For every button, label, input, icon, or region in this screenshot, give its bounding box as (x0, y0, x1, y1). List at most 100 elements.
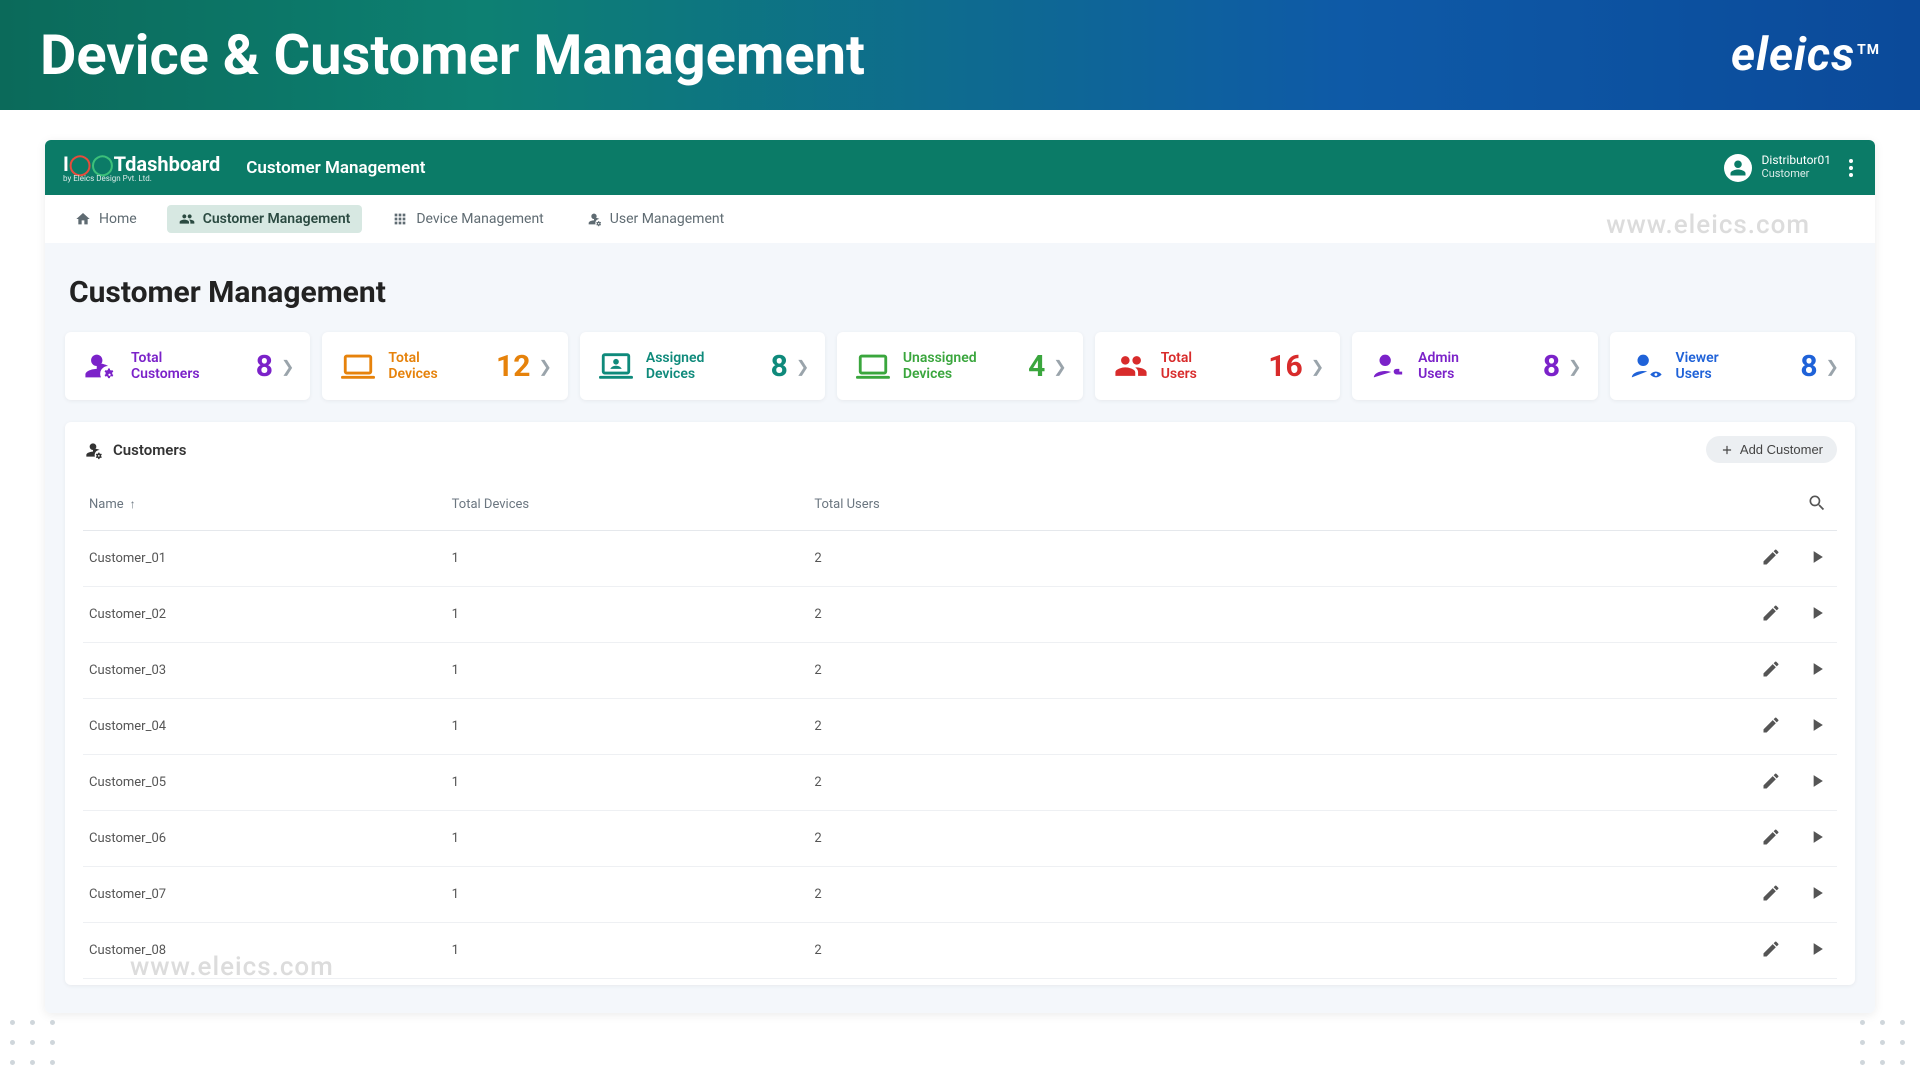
nav-label: Device Management (416, 211, 543, 227)
add-customer-button[interactable]: Add Customer (1706, 436, 1837, 463)
decorative-dots (10, 1020, 60, 1070)
cell-devices: 1 (452, 943, 815, 958)
slide-banner: Device & Customer Management eleicsTM (0, 0, 1920, 110)
person-gear-icon (83, 440, 103, 460)
nav-label: User Management (610, 211, 724, 227)
pencil-icon (1761, 883, 1781, 903)
cell-name: Customer_01 (89, 551, 452, 566)
apps-icon (392, 211, 408, 227)
play-button[interactable] (1803, 711, 1831, 742)
table-title: Customers (113, 441, 186, 459)
edit-button[interactable] (1757, 767, 1785, 798)
stat-viewer-users[interactable]: ViewerUsers 8 ❯ (1610, 332, 1855, 400)
play-icon (1807, 827, 1827, 847)
search-icon (1807, 493, 1827, 513)
people-icon (1111, 346, 1151, 386)
person-eye-icon (1626, 346, 1666, 386)
more-menu-button[interactable] (1845, 155, 1857, 181)
pencil-icon (1761, 771, 1781, 791)
cell-devices: 1 (452, 775, 815, 790)
play-icon (1807, 771, 1827, 791)
chevron-right-icon: ❯ (281, 357, 294, 376)
cell-devices: 1 (452, 719, 815, 734)
edit-button[interactable] (1757, 823, 1785, 854)
user-role: Customer (1762, 168, 1831, 181)
stat-total-devices[interactable]: TotalDevices 12 ❯ (322, 332, 567, 400)
edit-button[interactable] (1757, 879, 1785, 910)
user-name: Distributor01 (1762, 154, 1831, 168)
play-button[interactable] (1803, 767, 1831, 798)
laptop-icon (338, 346, 378, 386)
cell-users: 2 (814, 719, 1721, 734)
decorative-dots (1860, 1020, 1910, 1070)
pencil-icon (1761, 715, 1781, 735)
edit-button[interactable] (1757, 655, 1785, 686)
play-icon (1807, 547, 1827, 567)
play-button[interactable] (1803, 935, 1831, 966)
stat-unassigned-devices[interactable]: Unassigned Devices 4 ❯ (837, 332, 1082, 400)
stat-total-users[interactable]: TotalUsers 16 ❯ (1095, 332, 1340, 400)
pencil-icon (1761, 939, 1781, 959)
col-total-users[interactable]: Total Users (814, 497, 1721, 512)
chevron-right-icon: ❯ (1053, 357, 1066, 376)
play-button[interactable] (1803, 823, 1831, 854)
pencil-icon (1761, 603, 1781, 623)
cell-name: Customer_05 (89, 775, 452, 790)
edit-button[interactable] (1757, 935, 1785, 966)
col-total-devices[interactable]: Total Devices (452, 497, 815, 512)
play-button[interactable] (1803, 543, 1831, 574)
play-icon (1807, 659, 1827, 679)
play-icon (1807, 883, 1827, 903)
stat-total-customers[interactable]: TotalCustomers 8 ❯ (65, 332, 310, 400)
page-title: Customer Management (69, 275, 386, 310)
edit-button[interactable] (1757, 543, 1785, 574)
nav-device-management[interactable]: Device Management (380, 205, 555, 233)
table-row: Customer_0312 (83, 643, 1837, 699)
person-key-icon (1368, 346, 1408, 386)
table-row: Customer_0812 (83, 923, 1837, 979)
people-gear-icon (81, 346, 121, 386)
brand-logo: eleicsTM (1731, 28, 1880, 82)
nav-user-management[interactable]: User Management (574, 205, 736, 233)
play-button[interactable] (1803, 599, 1831, 630)
cell-users: 2 (814, 887, 1721, 902)
cell-users: 2 (814, 551, 1721, 566)
cell-users: 2 (814, 831, 1721, 846)
cell-users: 2 (814, 775, 1721, 790)
nav-customer-management[interactable]: Customer Management (167, 205, 363, 233)
pencil-icon (1761, 547, 1781, 567)
table-header-row: Name↑ Total Devices Total Users (83, 479, 1837, 531)
nav-label: Home (99, 211, 137, 227)
table-row: Customer_0712 (83, 867, 1837, 923)
search-button[interactable] (1803, 489, 1831, 520)
user-chip[interactable]: Distributor01 Customer (1724, 154, 1831, 182)
nav-home[interactable]: Home (63, 205, 149, 233)
edit-button[interactable] (1757, 711, 1785, 742)
col-name[interactable]: Name↑ (89, 497, 452, 512)
person-gear-icon (586, 211, 602, 227)
table-row: Customer_0412 (83, 699, 1837, 755)
cell-users: 2 (814, 663, 1721, 678)
chevron-right-icon: ❯ (1826, 357, 1839, 376)
cell-users: 2 (814, 607, 1721, 622)
stat-row: TotalCustomers 8 ❯ TotalDevices 12 ❯ (65, 332, 1855, 400)
cell-name: Customer_02 (89, 607, 452, 622)
chevron-right-icon: ❯ (796, 357, 809, 376)
play-button[interactable] (1803, 655, 1831, 686)
cell-devices: 1 (452, 551, 815, 566)
play-button[interactable] (1803, 879, 1831, 910)
edit-button[interactable] (1757, 599, 1785, 630)
cell-name: Customer_08 (89, 943, 452, 958)
chevron-right-icon: ❯ (538, 357, 551, 376)
table-row: Customer_0212 (83, 587, 1837, 643)
cell-devices: 1 (452, 663, 815, 678)
stat-admin-users[interactable]: AdminUsers 8 ❯ (1352, 332, 1597, 400)
chevron-right-icon: ❯ (1568, 357, 1581, 376)
stat-assigned-devices[interactable]: AssignedDevices 8 ❯ (580, 332, 825, 400)
people-icon (179, 211, 195, 227)
cell-name: Customer_04 (89, 719, 452, 734)
cell-users: 2 (814, 943, 1721, 958)
app-logo: I◯◯Tdashboard by Eleics Design Pvt. Ltd. (63, 152, 220, 183)
laptop-outline-icon (853, 346, 893, 386)
pencil-icon (1761, 827, 1781, 847)
